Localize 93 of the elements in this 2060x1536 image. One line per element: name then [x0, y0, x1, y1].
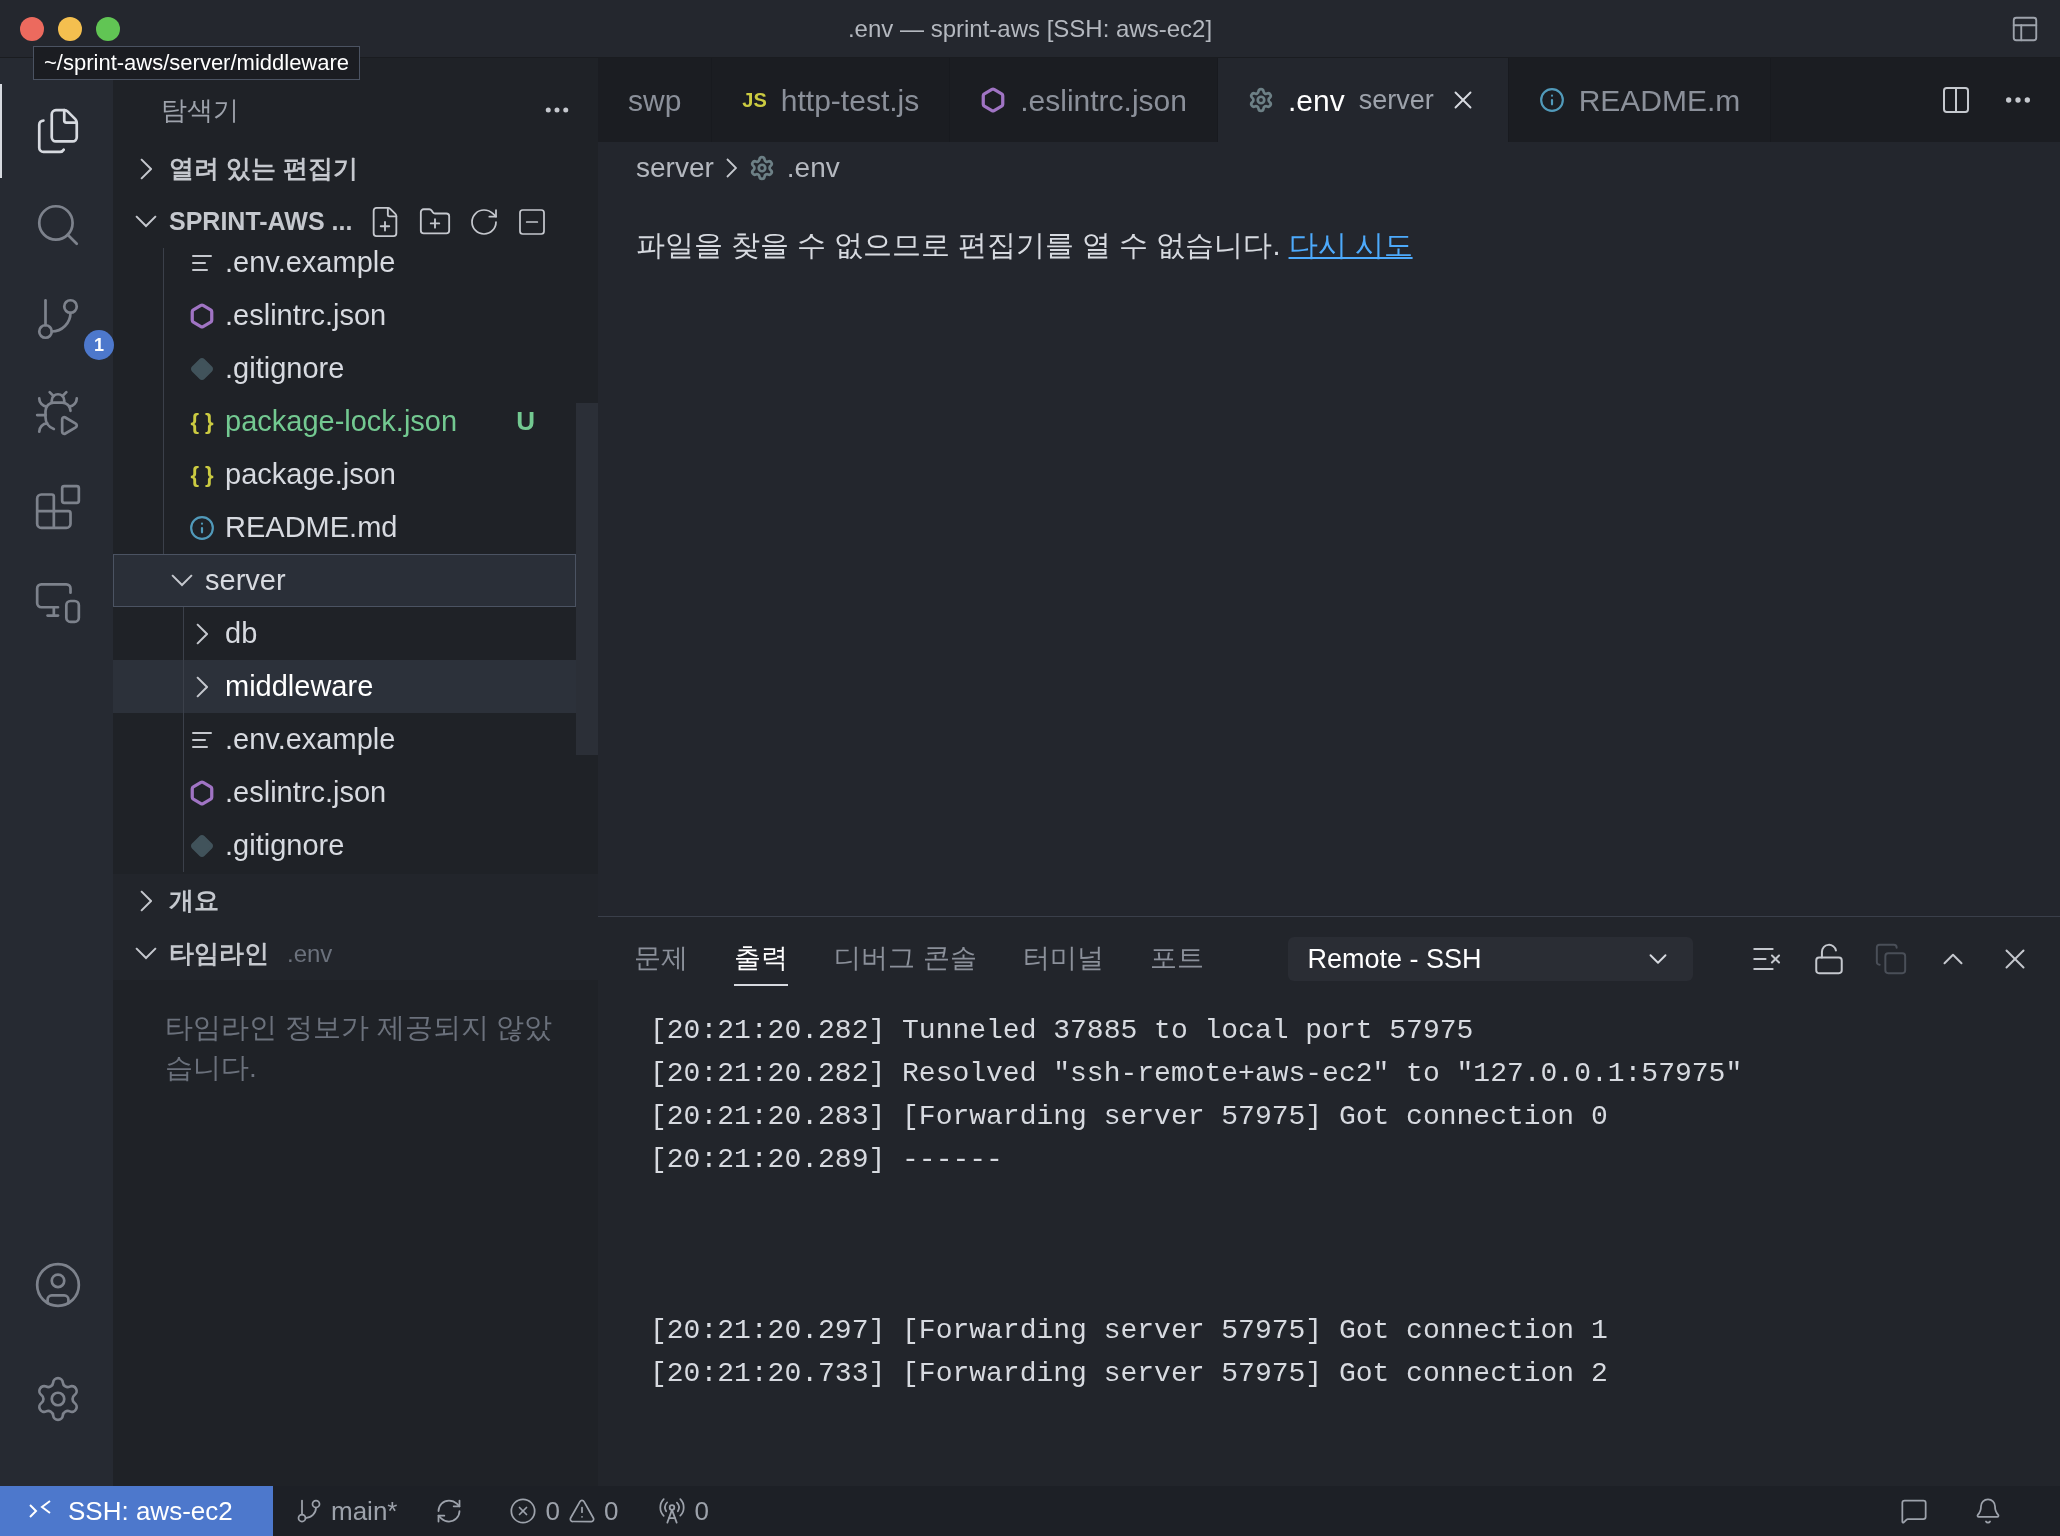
warning-icon [567, 1497, 596, 1525]
file-name: README.md [225, 509, 398, 545]
file-row[interactable]: .env.example [113, 713, 576, 766]
file-row[interactable]: .eslintrc.json [113, 766, 576, 819]
panel-tab[interactable]: 포트 [1149, 932, 1204, 986]
problems-status[interactable]: 0 0 [509, 1491, 619, 1531]
output-line: [20:21:20.282] Tunneled 37885 to local port 57975 [650, 1014, 1475, 1048]
ports-status[interactable]: 0 [658, 1491, 709, 1531]
warning-count: 0 [603, 1494, 619, 1528]
folder-row[interactable]: middleware [113, 660, 576, 713]
file-row[interactable]: .gitignore [113, 342, 576, 395]
error-message: 파일을 찾을 수 없으므로 편집기를 열 수 없습니다. 다시 시도 [636, 228, 1414, 263]
feedback-icon[interactable] [1900, 1497, 1928, 1525]
panel-tab[interactable]: 디버그 콘솔 [834, 932, 977, 986]
chevron-right-icon [725, 158, 737, 178]
file-row[interactable]: README.md [113, 501, 576, 554]
gear-icon [748, 155, 775, 181]
close-window-button[interactable] [20, 16, 44, 41]
braces-icon: { } [190, 405, 214, 438]
section-title: 열려 있는 편집기 [169, 152, 358, 184]
file-name: .eslintrc.json [225, 297, 387, 333]
error-count: 0 [545, 1494, 560, 1528]
output-line: [20:21:20.282] Resolved "ssh-remote+aws-ec2" to "127.0.0.1:57975" [650, 1057, 1744, 1091]
tooltip: ~/sprint-aws/server/middleware [33, 46, 361, 80]
window-title: .env — sprint-aws [SSH: aws-ec2] [847, 13, 1213, 44]
file-row[interactable]: { } package.json [113, 448, 576, 501]
file-name: middleware [225, 668, 374, 704]
notifications-icon[interactable] [1974, 1497, 2002, 1525]
output-line: [20:21:20.283] [Forwarding server 57975] Got connection 0 [650, 1100, 1609, 1134]
section-header[interactable]: 개요 [113, 874, 598, 927]
remote-status-button[interactable]: SSH: aws-ec2 [0, 1486, 273, 1536]
panel-tab[interactable]: 터미널 [1022, 932, 1104, 986]
diamond-icon [190, 833, 214, 858]
unlock-icon[interactable] [1812, 942, 1846, 976]
editor-tab[interactable]: .env server [1217, 58, 1509, 142]
output-line: [20:21:20.289] ------ [650, 1143, 1004, 1177]
folder-row[interactable]: db [113, 607, 576, 660]
tab-label: .env [1287, 82, 1345, 119]
split-editor-icon[interactable] [1940, 84, 1972, 116]
branch-icon [295, 1497, 323, 1525]
file-row[interactable]: .eslintrc.json [113, 289, 576, 342]
file-name: .env.example [225, 721, 396, 757]
file-name: db [225, 615, 258, 651]
file-name: .env.example [225, 248, 396, 280]
channel-dropdown[interactable]: Remote - SSH [1287, 937, 1693, 981]
hexagon-icon [189, 302, 215, 329]
error-icon [509, 1497, 538, 1525]
retry-link[interactable]: 다시 시도 [1288, 229, 1413, 261]
panel-tab[interactable]: 문제 [634, 932, 688, 986]
sidebar-title: 탐색기 [161, 93, 239, 127]
panel-tab[interactable]: 출력 [734, 932, 788, 986]
section-subtitle: .env [287, 938, 333, 969]
file-name: package-lock.json [225, 403, 458, 439]
braces-icon: { } [190, 458, 214, 491]
file-name: .gitignore [225, 350, 345, 386]
git-status: U [516, 405, 535, 438]
file-name: package.json [225, 456, 396, 492]
file-name: .gitignore [225, 827, 345, 863]
minimize-window-button[interactable] [58, 16, 82, 41]
section-title: 타임라인 [169, 937, 269, 969]
section-header[interactable]: SPRINT-AWS ... [113, 195, 598, 248]
file-name: .eslintrc.json [225, 774, 387, 810]
badge: 1 [84, 330, 114, 360]
timeline-message: 타임라인 정보가 제공되지 않았습니다. [165, 1011, 554, 1085]
scrollbar-thumb[interactable] [576, 403, 598, 755]
branch-status[interactable]: main* [295, 1491, 398, 1531]
section-title: 개요 [169, 884, 219, 916]
section-header[interactable]: 타임라인 .env [113, 927, 598, 980]
tab-label: .eslintrc.json [1020, 82, 1187, 119]
file-row[interactable]: .gitignore [113, 819, 576, 872]
breadcrumb-item[interactable]: .env [748, 147, 840, 189]
gear-icon [1247, 87, 1274, 113]
file-row[interactable]: { } package-lock.json U [113, 395, 576, 448]
output-line: [20:21:20.733] [Forwarding server 57975] Got connection 2 [650, 1357, 1609, 1391]
hexagon-icon [189, 779, 215, 806]
breadcrumb-item[interactable]: server [636, 147, 714, 189]
output-line: [20:21:20.297] [Forwarding server 57975] Got connection 1 [650, 1314, 1609, 1348]
tab-label: http-test.js [780, 82, 920, 119]
section-title: SPRINT-AWS ... [169, 205, 353, 237]
antenna-icon [658, 1497, 687, 1525]
tab-label: swp [628, 82, 682, 119]
file-row[interactable]: .env.example [113, 248, 576, 289]
info-icon [1538, 87, 1565, 113]
info-icon [189, 514, 215, 541]
js-icon: JS [742, 85, 767, 115]
section-header[interactable]: 열려 있는 편집기 [113, 142, 598, 195]
zoom-window-button[interactable] [96, 16, 120, 41]
tab-label: README.m [1578, 82, 1741, 119]
file-name: server [205, 562, 286, 598]
hexagon-icon [980, 87, 1007, 113]
diamond-icon [190, 356, 214, 381]
folder-row[interactable]: server [113, 554, 576, 607]
tab-description: server [1358, 83, 1434, 117]
